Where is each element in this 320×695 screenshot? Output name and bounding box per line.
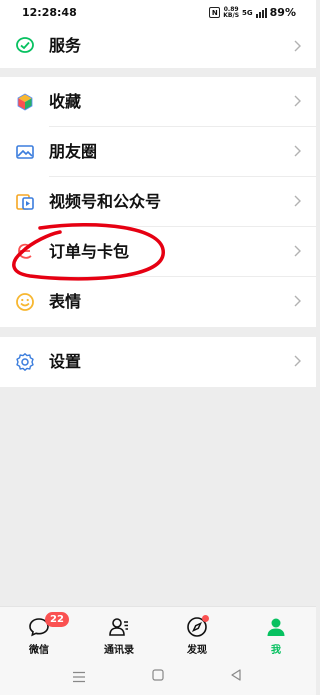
tab-label: 通讯录 <box>104 645 134 656</box>
main-menu-section: 收藏 朋友圈 视频号和公众号 订单与卡包 表情 <box>0 77 316 327</box>
menu-item-favorites[interactable]: 收藏 <box>0 77 316 127</box>
menu-item-services[interactable]: 服务 <box>0 24 316 68</box>
menu-item-label: 朋友圈 <box>49 142 98 161</box>
chevron-right-icon <box>294 40 301 52</box>
sticker-smile-icon <box>16 293 34 311</box>
chevron-right-icon <box>294 295 301 307</box>
chevron-right-icon <box>294 355 301 367</box>
tab-discover[interactable]: 发现 <box>167 615 227 656</box>
status-time: 12:28:48 <box>22 6 77 19</box>
menu-item-label: 服务 <box>49 36 82 55</box>
network-type: 5G <box>242 8 253 17</box>
tab-contacts[interactable]: 通讯录 <box>89 615 149 656</box>
menu-item-label: 设置 <box>49 352 82 371</box>
menu-item-label: 收藏 <box>49 92 82 111</box>
red-circle-annotation <box>12 223 165 281</box>
unread-badge: 22 <box>45 612 69 627</box>
signal-icon <box>255 7 267 18</box>
status-bar: 12:28:48 N 0.89 KB/S 5G 89% <box>0 0 316 24</box>
services-section: 服务 <box>0 24 316 68</box>
tab-me[interactable]: 我 <box>246 615 306 656</box>
menu-item-settings[interactable]: 设置 <box>0 337 316 387</box>
favorites-cube-icon <box>17 93 33 111</box>
menu-lines-icon[interactable] <box>72 671 86 683</box>
menu-item-label: 视频号和公众号 <box>49 192 162 211</box>
battery-level: 89% <box>269 6 296 19</box>
nfc-icon: N <box>209 7 221 18</box>
menu-item-channels[interactable]: 视频号和公众号 <box>0 177 316 227</box>
menu-item-label: 表情 <box>49 292 82 311</box>
chevron-right-icon <box>294 245 301 257</box>
settings-gear-icon <box>16 353 34 371</box>
person-icon <box>267 618 285 636</box>
moments-picture-icon <box>16 145 34 159</box>
menu-item-moments[interactable]: 朋友圈 <box>0 127 316 177</box>
system-nav-bar <box>0 660 316 695</box>
services-icon <box>16 37 34 53</box>
home-square-icon[interactable] <box>152 669 164 681</box>
chevron-right-icon <box>294 195 301 207</box>
tab-label: 微信 <box>29 645 49 656</box>
channels-icon <box>16 194 34 210</box>
bottom-tab-bar: 22 微信 通讯录 发现 我 <box>0 606 316 661</box>
settings-section: 设置 <box>0 337 316 387</box>
chevron-right-icon <box>294 145 301 157</box>
tab-chats[interactable]: 22 微信 <box>9 612 69 656</box>
tab-label: 发现 <box>187 645 207 656</box>
chevron-right-icon <box>294 95 301 107</box>
tab-label: 我 <box>271 645 281 656</box>
status-indicators: N 0.89 KB/S 5G 89% <box>209 6 296 19</box>
network-speed: 0.89 KB/S <box>223 5 240 19</box>
back-triangle-icon[interactable] <box>230 669 242 681</box>
new-moments-dot <box>202 615 209 622</box>
contacts-icon <box>109 618 128 636</box>
